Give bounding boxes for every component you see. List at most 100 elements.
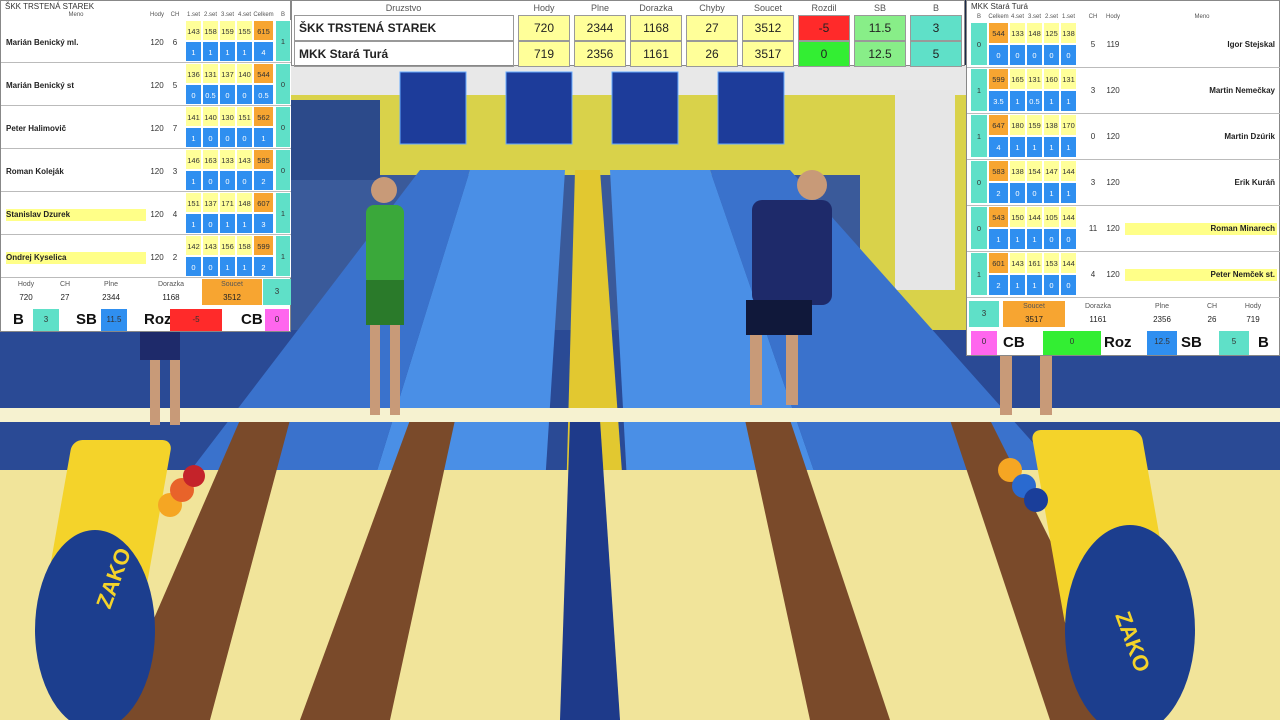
set-point: 0 — [236, 127, 253, 148]
set-score: 155 — [236, 20, 253, 41]
set-point: 1 — [185, 170, 202, 191]
set-point: 1 — [219, 256, 236, 277]
home-dorazka: 1168 — [630, 15, 682, 41]
player-b: 1 — [275, 20, 291, 62]
sum-plne-label: Plne — [103, 281, 118, 288]
wall-scoreboard — [399, 71, 467, 145]
panel-title: MKK Stará Turá — [971, 2, 1028, 11]
player-sb-total: 4 — [253, 41, 274, 62]
player-hody: 120 — [1106, 270, 1120, 279]
set-score: 140 — [236, 63, 253, 84]
banner — [895, 90, 955, 290]
set-point: 1 — [1009, 228, 1026, 250]
player-b: 0 — [970, 160, 988, 204]
sum-b: 3 — [263, 279, 291, 305]
broadcast-frame: ZAKO ZAKO Druzstvo Hody Plne Dorazka Chy… — [0, 0, 1280, 720]
set-score: 142 — [185, 235, 202, 256]
col-set2: 2.set — [1044, 14, 1058, 20]
home-b: 3 — [910, 15, 962, 41]
set-point: 0 — [236, 84, 253, 105]
player-hody: 120 — [150, 210, 164, 219]
set-point: 0 — [202, 213, 219, 234]
home-rozdil: -5 — [798, 15, 850, 41]
set-score: 138 — [1043, 114, 1060, 136]
set-point: 1 — [219, 213, 236, 234]
player-hody: 120 — [1106, 178, 1120, 187]
set-point: 0 — [1026, 44, 1043, 66]
set-point: 1 — [219, 41, 236, 62]
set-score: 163 — [202, 149, 219, 170]
row-divider — [967, 297, 1280, 298]
player-name: Peter Nemček st. — [1125, 269, 1277, 281]
player-name: Stanislav Dzurek — [6, 209, 146, 221]
set-score: 105 — [1043, 206, 1060, 228]
home-plne: 2344 — [574, 15, 626, 41]
set-point: 0 — [219, 84, 236, 105]
sum-hody-label: Hody — [17, 281, 35, 288]
set-point: 1 — [1009, 136, 1026, 158]
set-score: 158 — [236, 235, 253, 256]
set-score: 137 — [219, 63, 236, 84]
set-score: 159 — [219, 20, 236, 41]
col-b: B — [976, 14, 981, 20]
set-score: 133 — [219, 149, 236, 170]
col-celkem: Celkem — [988, 14, 1009, 20]
sb-label: SB — [1181, 334, 1202, 351]
player-hody: 120 — [150, 167, 164, 176]
player-sb-total: 2 — [253, 170, 274, 191]
set-score: 141 — [185, 106, 202, 127]
set-score: 131 — [1060, 68, 1077, 90]
player-sb-total: 1 — [988, 228, 1009, 250]
set-score: 180 — [1009, 114, 1026, 136]
sum-ch: 27 — [60, 293, 70, 302]
col-ch: CH — [1088, 14, 1098, 20]
set-point: 0 — [1043, 274, 1060, 296]
player-name: Roman Minarech — [1125, 223, 1277, 235]
col-b: B — [280, 12, 285, 18]
set-point: 1 — [236, 41, 253, 62]
player-ch: 6 — [172, 38, 178, 47]
away-sb: 12.5 — [854, 41, 906, 67]
home-soucet: 3512 — [742, 15, 794, 41]
sb-value: 12.5 — [1147, 331, 1177, 355]
set-score: 144 — [1060, 160, 1077, 182]
player-ch: 5 — [172, 81, 178, 90]
set-score: 148 — [1026, 22, 1043, 44]
col-set1: 1.set — [186, 12, 200, 18]
roz-value: 0 — [1043, 331, 1101, 355]
team-name-home: ŠKK TRSTENÁ STAREK — [294, 15, 514, 41]
player-b: 1 — [970, 114, 988, 158]
set-point: 0 — [185, 256, 202, 277]
set-point: 1 — [1043, 136, 1060, 158]
player-sb-total: 1 — [253, 127, 274, 148]
row-divider — [1, 277, 291, 278]
player-total: 544 — [988, 22, 1009, 44]
cb-value: 0 — [265, 309, 289, 331]
away-team-panel: MKK Stará Turá B Celkem 4.set 3.set 2.se… — [966, 0, 1280, 356]
player-ch: 11 — [1088, 224, 1098, 233]
team-scoreboard: Druzstvo Hody Plne Dorazka Chyby Soucet … — [291, 0, 965, 67]
roz-label: Roz — [1104, 334, 1132, 351]
player-total: 543 — [988, 206, 1009, 228]
side-wall — [290, 100, 380, 180]
set-score: 171 — [219, 192, 236, 213]
set-score: 150 — [1009, 206, 1026, 228]
player-name: Peter Halimovič — [6, 124, 67, 133]
player-hody: 120 — [1106, 86, 1120, 95]
player-name: Ondrej Kyselica — [6, 252, 146, 264]
player-total: 647 — [988, 114, 1009, 136]
set-score: 158 — [202, 20, 219, 41]
set-point: 1 — [1026, 228, 1043, 250]
col-meno: Meno — [1194, 14, 1210, 20]
set-score: 130 — [219, 106, 236, 127]
set-point: 1 — [185, 41, 202, 62]
player-name: Erik Kuráň — [1234, 178, 1275, 187]
header-hody: Hody — [533, 3, 555, 13]
sum-hody: 720 — [19, 293, 33, 302]
sum-hody: 719 — [1246, 315, 1260, 324]
player-sb-total: 2 — [988, 182, 1009, 204]
set-score: 161 — [1026, 252, 1043, 274]
player-sb-total: 3 — [253, 213, 274, 234]
set-score: 133 — [1009, 22, 1026, 44]
sum-ch-label: CH — [1206, 303, 1218, 310]
